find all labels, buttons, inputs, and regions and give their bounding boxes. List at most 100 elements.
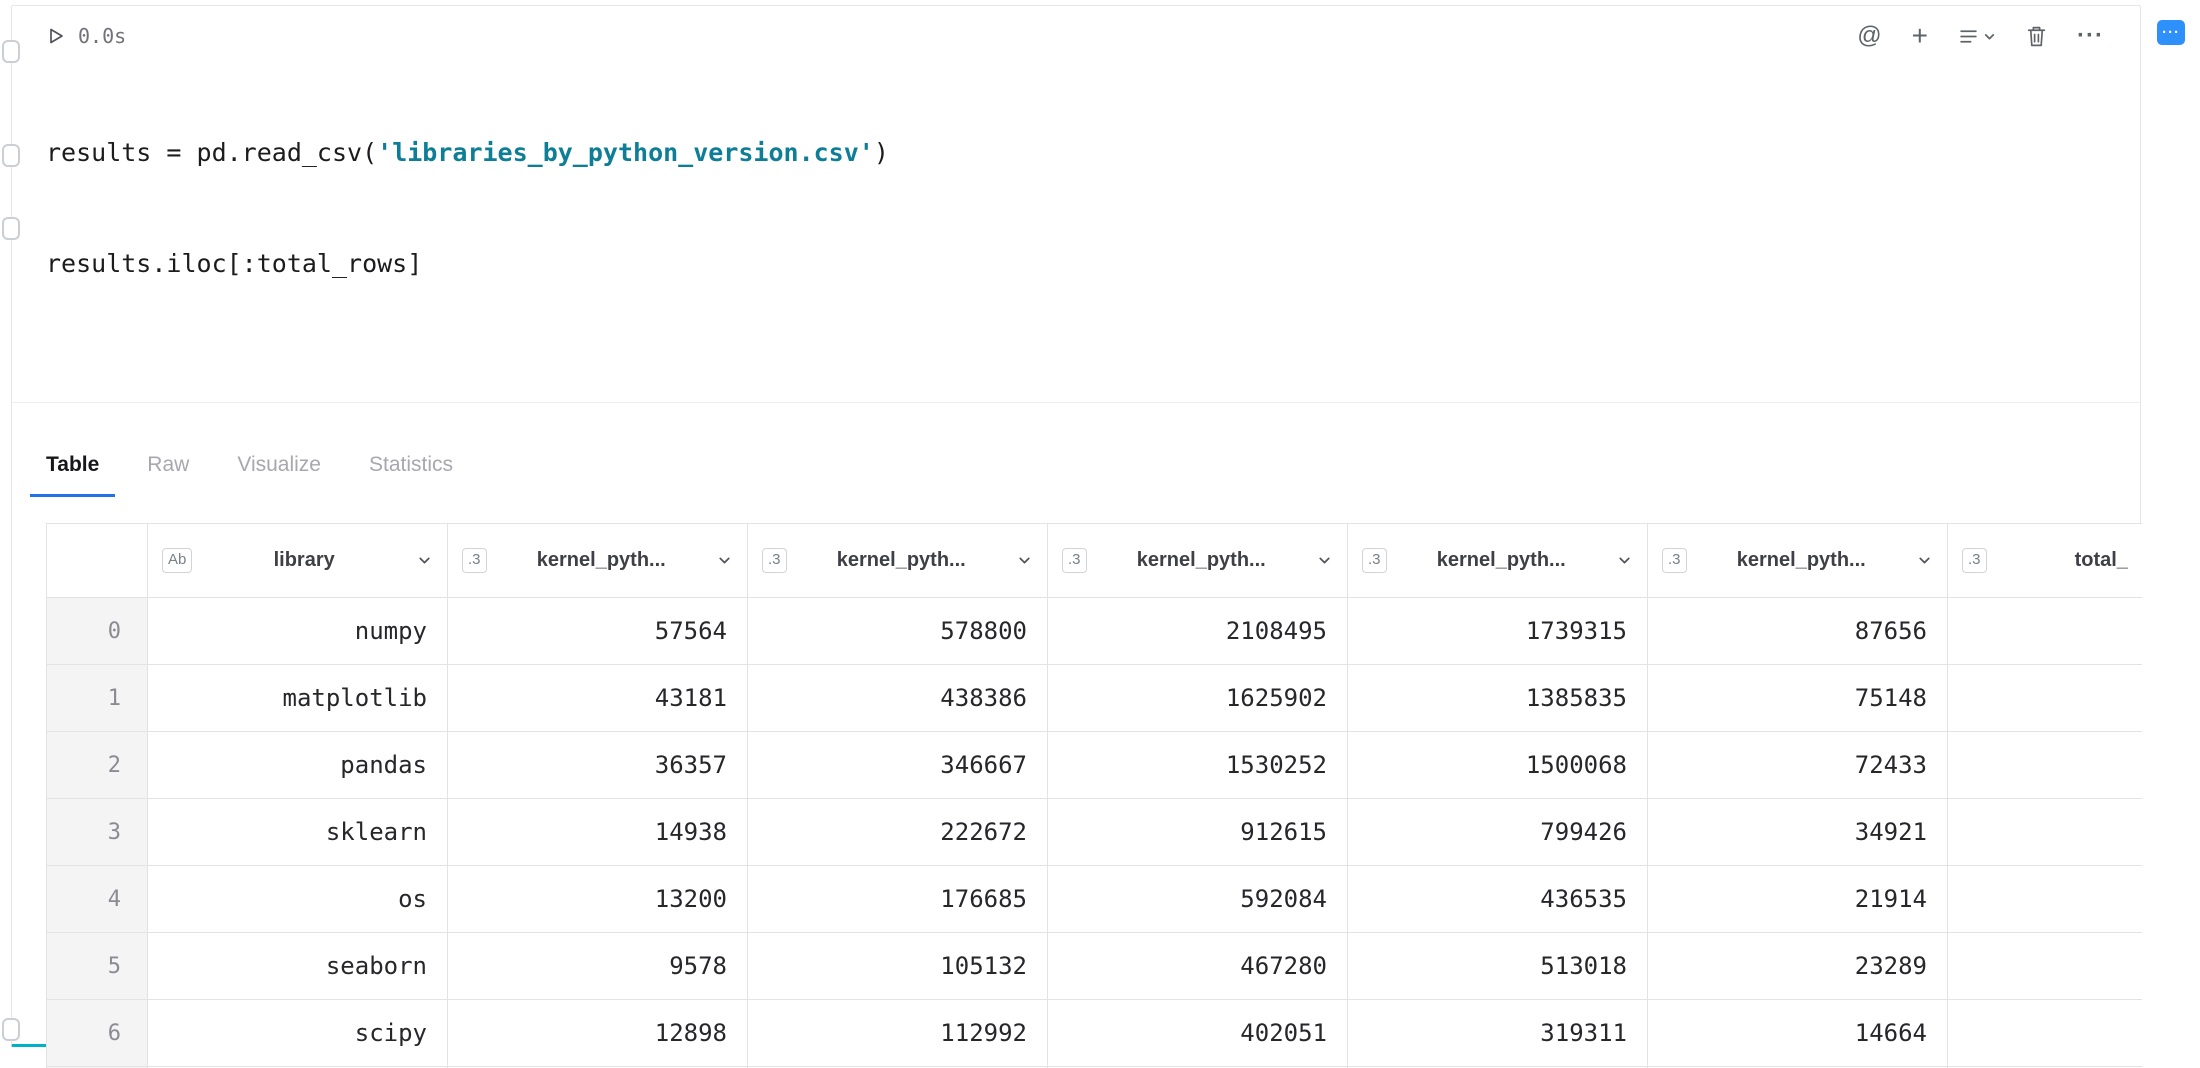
- output-panel: Table Raw Visualize Statistics Ab librar…: [12, 402, 2140, 1068]
- chevron-down-icon: [716, 552, 733, 569]
- column-type-badge: .3: [1062, 548, 1087, 573]
- block-handle-icon[interactable]: [2, 1018, 20, 1041]
- table-cell: seaborn: [148, 933, 448, 999]
- column-header[interactable]: .3 total_: [1948, 524, 2142, 597]
- table-cell: 1500068: [1348, 732, 1648, 798]
- table-cell: [1948, 732, 2142, 798]
- table-cell: os: [148, 866, 448, 932]
- column-header[interactable]: .3 kernel_pyth...: [748, 524, 1048, 597]
- column-header[interactable]: .3 kernel_pyth...: [1648, 524, 1948, 597]
- table-cell: 1385835: [1348, 665, 1648, 731]
- table-cell: 34921: [1648, 799, 1948, 865]
- code-line: results.iloc[:total_rows]: [46, 245, 2140, 282]
- table-cell: 1739315: [1348, 598, 1648, 664]
- delete-block-button[interactable]: [2026, 25, 2047, 48]
- column-header[interactable]: .3 kernel_pyth...: [1048, 524, 1348, 597]
- block-handle-icon[interactable]: [2, 217, 20, 240]
- table-cell: 14664: [1648, 1000, 1948, 1066]
- table-cell: 12898: [448, 1000, 748, 1066]
- table-cell: 513018: [1348, 933, 1648, 999]
- column-header[interactable]: Ab library: [148, 524, 448, 597]
- table-cell: 43181: [448, 665, 748, 731]
- block-type-button[interactable]: [1958, 26, 1996, 47]
- chevron-down-icon: [1916, 552, 1933, 569]
- chevron-down-icon: [416, 552, 433, 569]
- table-row: 4 os 13200 176685 592084 436535 21914: [47, 866, 2142, 933]
- trash-icon: [2026, 25, 2047, 48]
- table-cell: [1948, 933, 2142, 999]
- table-row: 1 matplotlib 43181 438386 1625902 138583…: [47, 665, 2142, 732]
- column-label: kernel_pyth...: [787, 549, 1016, 572]
- table-cell: 87656: [1648, 598, 1948, 664]
- table-cell: 72433: [1648, 732, 1948, 798]
- table-cell: 23289: [1648, 933, 1948, 999]
- table-cell: [1948, 799, 2142, 865]
- table-cell: 9578: [448, 933, 748, 999]
- block-handle-icon[interactable]: [2, 144, 20, 167]
- mention-button[interactable]: @: [1857, 24, 1881, 48]
- row-index: 3: [47, 799, 148, 865]
- chevron-down-icon: [1016, 552, 1033, 569]
- column-type-badge: .3: [462, 548, 487, 573]
- block-type-icon: [1958, 26, 1979, 47]
- table-cell: 13200: [448, 866, 748, 932]
- table-cell: 112992: [748, 1000, 1048, 1066]
- table-cell: 319311: [1348, 1000, 1648, 1066]
- table-body: 0 numpy 57564 578800 2108495 1739315 876…: [47, 598, 2142, 1068]
- table-row: 2 pandas 36357 346667 1530252 1500068 72…: [47, 732, 2142, 799]
- table-cell: 578800: [748, 598, 1048, 664]
- table-cell: matplotlib: [148, 665, 448, 731]
- table-cell: [1948, 598, 2142, 664]
- column-label: kernel_pyth...: [1687, 549, 1916, 572]
- tab-table[interactable]: Table: [46, 453, 99, 497]
- table-cell: 467280: [1048, 933, 1348, 999]
- chevron-down-icon: [1316, 552, 1333, 569]
- row-index: 1: [47, 665, 148, 731]
- table-cell: 592084: [1048, 866, 1348, 932]
- table-cell: 57564: [448, 598, 748, 664]
- column-label: kernel_pyth...: [1087, 549, 1316, 572]
- table-cell: 21914: [1648, 866, 1948, 932]
- table-row: 5 seaborn 9578 105132 467280 513018 2328…: [47, 933, 2142, 1000]
- column-type-badge: .3: [1962, 548, 1987, 573]
- notebook-cell: 0.0s @ + ··· results = pd.read_csv('libr…: [11, 5, 2141, 1047]
- table-cell: 346667: [748, 732, 1048, 798]
- table-cell: pandas: [148, 732, 448, 798]
- table-cell: [1948, 1000, 2142, 1066]
- column-type-badge: .3: [762, 548, 787, 573]
- code-editor[interactable]: results = pd.read_csv('libraries_by_pyth…: [46, 60, 2140, 356]
- table-cell: 912615: [1048, 799, 1348, 865]
- column-label: kernel_pyth...: [1387, 549, 1616, 572]
- tab-raw[interactable]: Raw: [147, 453, 189, 497]
- block-handle-icon[interactable]: [2, 40, 20, 63]
- table-cell: 436535: [1348, 866, 1648, 932]
- more-actions-button[interactable]: ···: [2077, 24, 2104, 48]
- table-cell: 176685: [748, 866, 1048, 932]
- more-icon: ···: [2077, 24, 2104, 48]
- comment-indicator[interactable]: ···: [2157, 20, 2185, 45]
- string-literal: 'libraries_by_python_version.csv': [377, 138, 874, 167]
- table-row: 0 numpy 57564 578800 2108495 1739315 876…: [47, 598, 2142, 665]
- column-header[interactable]: .3 kernel_pyth...: [1348, 524, 1648, 597]
- add-block-button[interactable]: +: [1912, 22, 1928, 50]
- table-row: 6 scipy 12898 112992 402051 319311 14664: [47, 1000, 2142, 1067]
- column-label: total_: [1987, 549, 2142, 572]
- table-cell: 1530252: [1048, 732, 1348, 798]
- table-cell: 222672: [748, 799, 1048, 865]
- table-cell: 799426: [1348, 799, 1648, 865]
- table-cell: 1625902: [1048, 665, 1348, 731]
- column-label: library: [192, 549, 416, 572]
- tab-statistics[interactable]: Statistics: [369, 453, 453, 497]
- tab-visualize[interactable]: Visualize: [237, 453, 321, 497]
- play-icon: [46, 26, 66, 46]
- table-cell: 402051: [1048, 1000, 1348, 1066]
- cell-toolbar: 0.0s @ + ···: [46, 22, 2104, 50]
- table-cell: scipy: [148, 1000, 448, 1066]
- output-tabs: Table Raw Visualize Statistics: [46, 453, 2140, 497]
- table-cell: sklearn: [148, 799, 448, 865]
- chevron-down-icon: [1983, 30, 1996, 43]
- index-column-header: [47, 524, 148, 597]
- run-button[interactable]: [46, 26, 66, 46]
- table-cell: [1948, 665, 2142, 731]
- column-header[interactable]: .3 kernel_pyth...: [448, 524, 748, 597]
